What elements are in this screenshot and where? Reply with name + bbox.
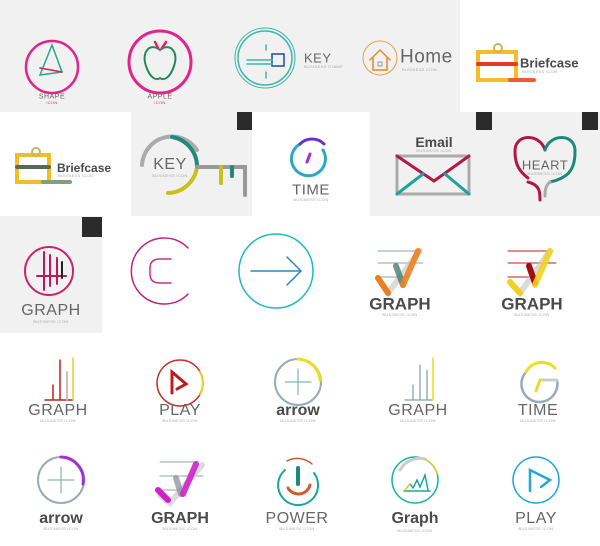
icon-sublabel: BUSINESS STAMP (304, 64, 344, 69)
play-icon (512, 456, 560, 504)
icon-label: GRAPH (388, 402, 448, 419)
icon-sublabel: BUSINESS ICON (527, 171, 563, 176)
icon-label: arrow (39, 510, 83, 527)
icon-label: HEART (521, 157, 569, 173)
icon-sublabel: BUSINESS ICON (279, 526, 315, 531)
icon-label: arrow (276, 402, 320, 419)
icon-sublabel: BUSINESS ICON (40, 418, 76, 423)
clock-icon (289, 137, 327, 178)
icon-label: Home (400, 46, 453, 68)
icon-sublabel: BUSINESS ICON (58, 173, 94, 178)
arrow-right-icon (238, 233, 314, 309)
icon-sublabel: BUSINESS ICON (382, 312, 418, 317)
icon-label: PLAY (515, 510, 557, 527)
icon-sublabel: BUSINESS ICON (402, 67, 438, 72)
icon-sublabel: BUSINESS ICON (397, 528, 433, 533)
bar-chart-icon (44, 357, 74, 401)
letter-c-icon (130, 237, 189, 305)
apple-icon (127, 29, 193, 95)
icon-sublabel: BUSINESS ICON (33, 319, 69, 324)
icon-sublabel: BUSINESS ICON (416, 148, 452, 153)
graph-icon (507, 248, 557, 298)
play-icon (156, 359, 204, 407)
icon-sublabel: BUSINESS ICON (293, 197, 329, 202)
icon-label: GRAPH (21, 302, 81, 319)
icon-label: GRAPH (28, 402, 88, 419)
icon-sublabel: BUSINESS ICON (400, 418, 436, 423)
icon-sublabel: BUSINESS ICON (514, 312, 550, 317)
graph-icon (24, 246, 74, 296)
icon-label: KEY (304, 50, 332, 66)
line-chart-icon (391, 456, 439, 504)
clock-icon (520, 360, 559, 404)
icon-sublabel: ICON (154, 100, 166, 105)
icon-artwork (15, 27, 577, 508)
icon-label: Briefcase (520, 55, 579, 71)
icon-sublabel: ICON (46, 100, 58, 105)
icon-sublabel: BUSINESS ICON (522, 69, 558, 74)
graph-icon (155, 461, 205, 508)
power-icon (277, 457, 320, 507)
key-icon (234, 27, 296, 89)
icon-sublabel: BUSINESS ICON (162, 526, 198, 531)
house-icon (362, 40, 398, 76)
icon-sublabel: BUSINESS ICON (43, 526, 79, 531)
icon-label: TIME (517, 402, 559, 419)
icon-label: TIME (292, 181, 330, 199)
icon-label: GRAPH (369, 294, 431, 314)
envelope-icon (395, 154, 471, 196)
pyramid-icon (24, 39, 80, 95)
icon-sublabel: BUSINESS ICON (280, 418, 316, 423)
bar-chart-icon (404, 357, 434, 401)
icon-label: PLAY (159, 402, 201, 419)
icon-label: KEY (153, 156, 187, 173)
icon-sublabel: BUSINESS ICON (520, 418, 556, 423)
icon-sublabel: BUSINESS ICON (162, 418, 198, 423)
plus-circle-icon (37, 455, 85, 504)
icon-sublabel: BUSINESS ICON (152, 173, 188, 178)
icon-label: Email (415, 134, 453, 150)
icon-label: GRAPH (151, 510, 209, 527)
graph-icon (375, 248, 424, 299)
icon-sublabel: BUSINESS ICON (518, 526, 554, 531)
plus-circle-icon (274, 357, 322, 406)
icon-label: Graph (391, 510, 439, 527)
icon-label: GRAPH (501, 294, 563, 314)
icon-label: POWER (265, 510, 329, 527)
